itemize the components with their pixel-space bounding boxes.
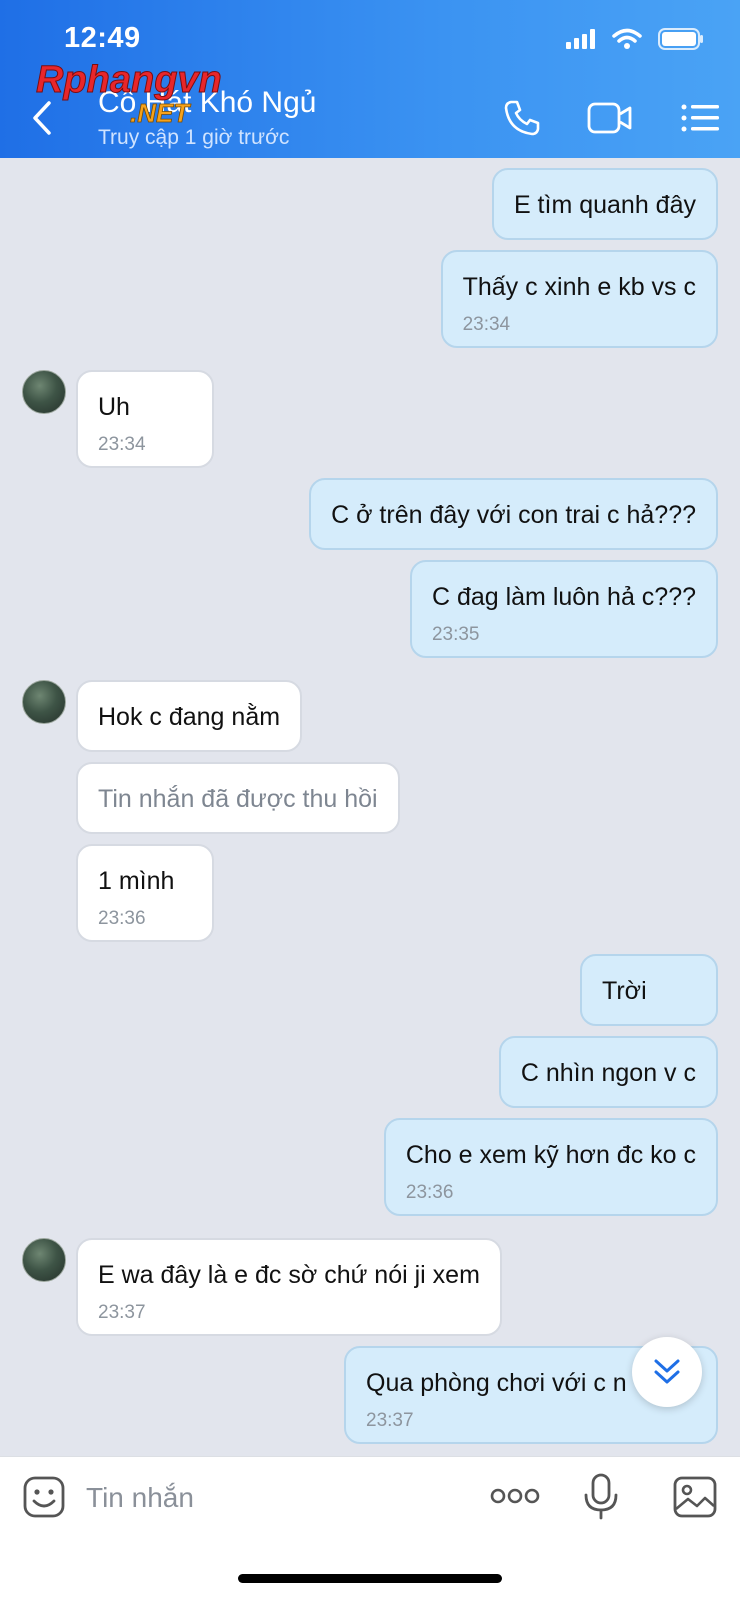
message-time: 23:35 [431,624,480,645]
image-gallery-icon [673,1476,717,1518]
avatar[interactable] [22,1238,66,1282]
list-menu-icon [681,104,719,132]
voice-record-button[interactable] [582,1473,620,1521]
cellular-signal-icon [566,29,595,49]
scroll-to-bottom-button[interactable] [632,1337,702,1407]
send-image-button[interactable] [672,1475,718,1519]
message-time: 23:36 [405,1182,454,1203]
message-bubble[interactable]: Cho e xem kỹ hơn đc ko c 23:36 [383,1118,718,1216]
message-time: 23:34 [462,314,511,335]
message-text: Qua phòng chơi với c n [366,1369,627,1397]
message-input[interactable] [84,1473,468,1523]
watermark-text: Rphangvn [36,59,222,101]
message-bubble[interactable]: Trời [580,954,718,1026]
chat-header: 12:49 Cô Hát Khó Ngủ Truy cập 1 giờ trướ… [0,0,740,158]
wifi-icon [612,28,642,49]
ellipsis-icon [490,1488,540,1504]
message-time: 23:37 [366,1410,414,1431]
message-bubble[interactable]: C ở trên đây với con trai c hả??? [309,478,718,550]
home-indicator[interactable] [238,1574,502,1583]
phone-icon [504,100,540,136]
battery-icon [658,28,703,50]
message-time: 23:37 [98,1302,146,1323]
watermark-logo: Rphangvn .NET [36,59,223,129]
message-text: C nhìn ngon v c [520,1059,696,1087]
message-text: Trời [602,977,647,1005]
sticker-button[interactable] [22,1475,66,1519]
message-bubble[interactable]: Thấy c xinh e kb vs c 23:34 [440,250,718,348]
message-text: E tìm quanh đây [513,191,696,219]
message-bubble[interactable]: C đag làm luôn hả c??? 23:35 [409,560,718,658]
message-text: 1 mình [98,867,175,895]
recalled-message-bubble[interactable]: Tin nhắn đã được thu hồi [76,762,400,834]
message-text: C đag làm luôn hả c??? [431,583,696,611]
avatar[interactable] [22,680,66,724]
message-text: Hok c đang nằm [98,703,281,731]
microphone-icon [584,1473,618,1520]
message-bubble[interactable]: Hok c đang nằm [76,680,303,752]
status-bar-icons [566,28,704,50]
message-bubble[interactable]: C nhìn ngon v c [498,1036,718,1108]
video-camera-icon [587,102,632,134]
message-text: Uh [98,393,130,421]
watermark-sub: .NET [130,98,191,128]
voice-call-button[interactable] [498,96,546,140]
message-text: Cho e xem kỹ hơn đc ko c [405,1141,696,1169]
options-menu-button[interactable] [676,96,724,140]
message-text: C ở trên đây với con trai c hả??? [331,501,696,529]
message-text: E wa đây là e đc sờ chứ nói ji xem [98,1261,480,1289]
video-call-button[interactable] [586,96,634,140]
message-composer [0,1456,740,1601]
double-chevron-down-icon [654,1359,680,1384]
avatar[interactable] [22,370,66,414]
message-list[interactable]: E tìm quanh đây Thấy c xinh e kb vs c 23… [0,158,740,1456]
sticker-face-icon [23,1476,65,1518]
message-text: Thấy c xinh e kb vs c [462,273,696,301]
status-bar-time: 12:49 [64,22,141,54]
message-bubble[interactable]: E tìm quanh đây [491,168,718,240]
message-time: 23:36 [98,908,146,929]
more-options-button[interactable] [490,1481,540,1511]
recalled-message-text: Tin nhắn đã được thu hồi [98,785,378,813]
message-time: 23:34 [98,434,146,455]
message-bubble[interactable]: Uh 23:34 [76,370,214,468]
message-bubble[interactable]: 1 mình 23:36 [76,844,214,942]
message-bubble[interactable]: E wa đây là e đc sờ chứ nói ji xem 23:37 [76,1238,502,1336]
